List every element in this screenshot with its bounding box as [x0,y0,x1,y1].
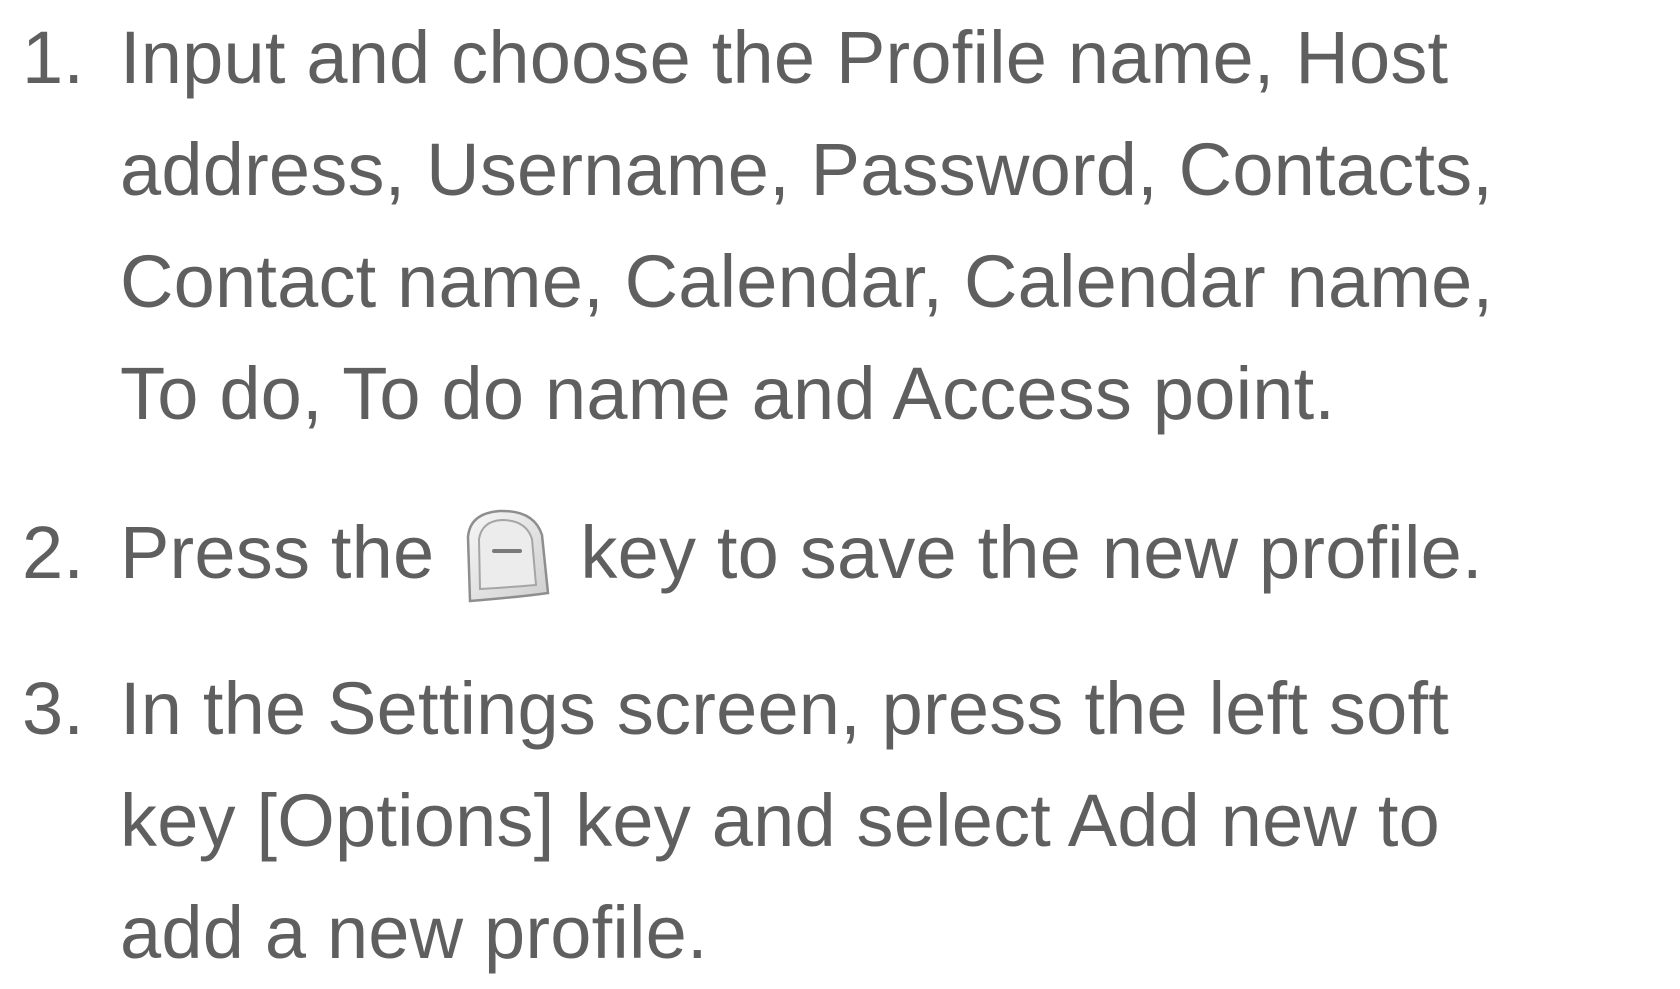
step-3-line-2: key [Options] key and select Add new to [120,779,1440,862]
step-3-line-1: In the Settings screen, press the left s… [120,667,1449,750]
step-1-line-2: address, Username, Password, Contacts, [120,128,1494,211]
step-1-line-3: Contact name, Calendar, Calendar name, [120,240,1494,323]
step-2: 2. Press the key to save the new profile… [22,497,1483,609]
step-1-line-4: To do, To do name and Access point. [120,352,1336,435]
step-2-number: 2. [22,511,85,594]
step-2-text-after: key to save the new profile. [580,511,1483,594]
step-1-number: 1. [22,16,85,99]
step-1-text: Input and choose the Profile name, Host … [120,2,1493,450]
step-1: 1. Input and choose the Profile name, Ho… [22,2,1493,450]
soft-key-icon [460,497,556,609]
step-2-text-before: Press the [120,511,435,594]
step-3: 3. In the Settings screen, press the lef… [22,653,1449,989]
step-2-text: Press the key to save the new profile. [120,497,1483,609]
step-2-line: Press the key to save the new profile. [120,497,1483,609]
step-3-text: In the Settings screen, press the left s… [120,653,1449,989]
step-3-line-3: add a new profile. [120,891,708,974]
step-1-line-1: Input and choose the Profile name, Host [120,16,1449,99]
step-3-number: 3. [22,667,85,750]
